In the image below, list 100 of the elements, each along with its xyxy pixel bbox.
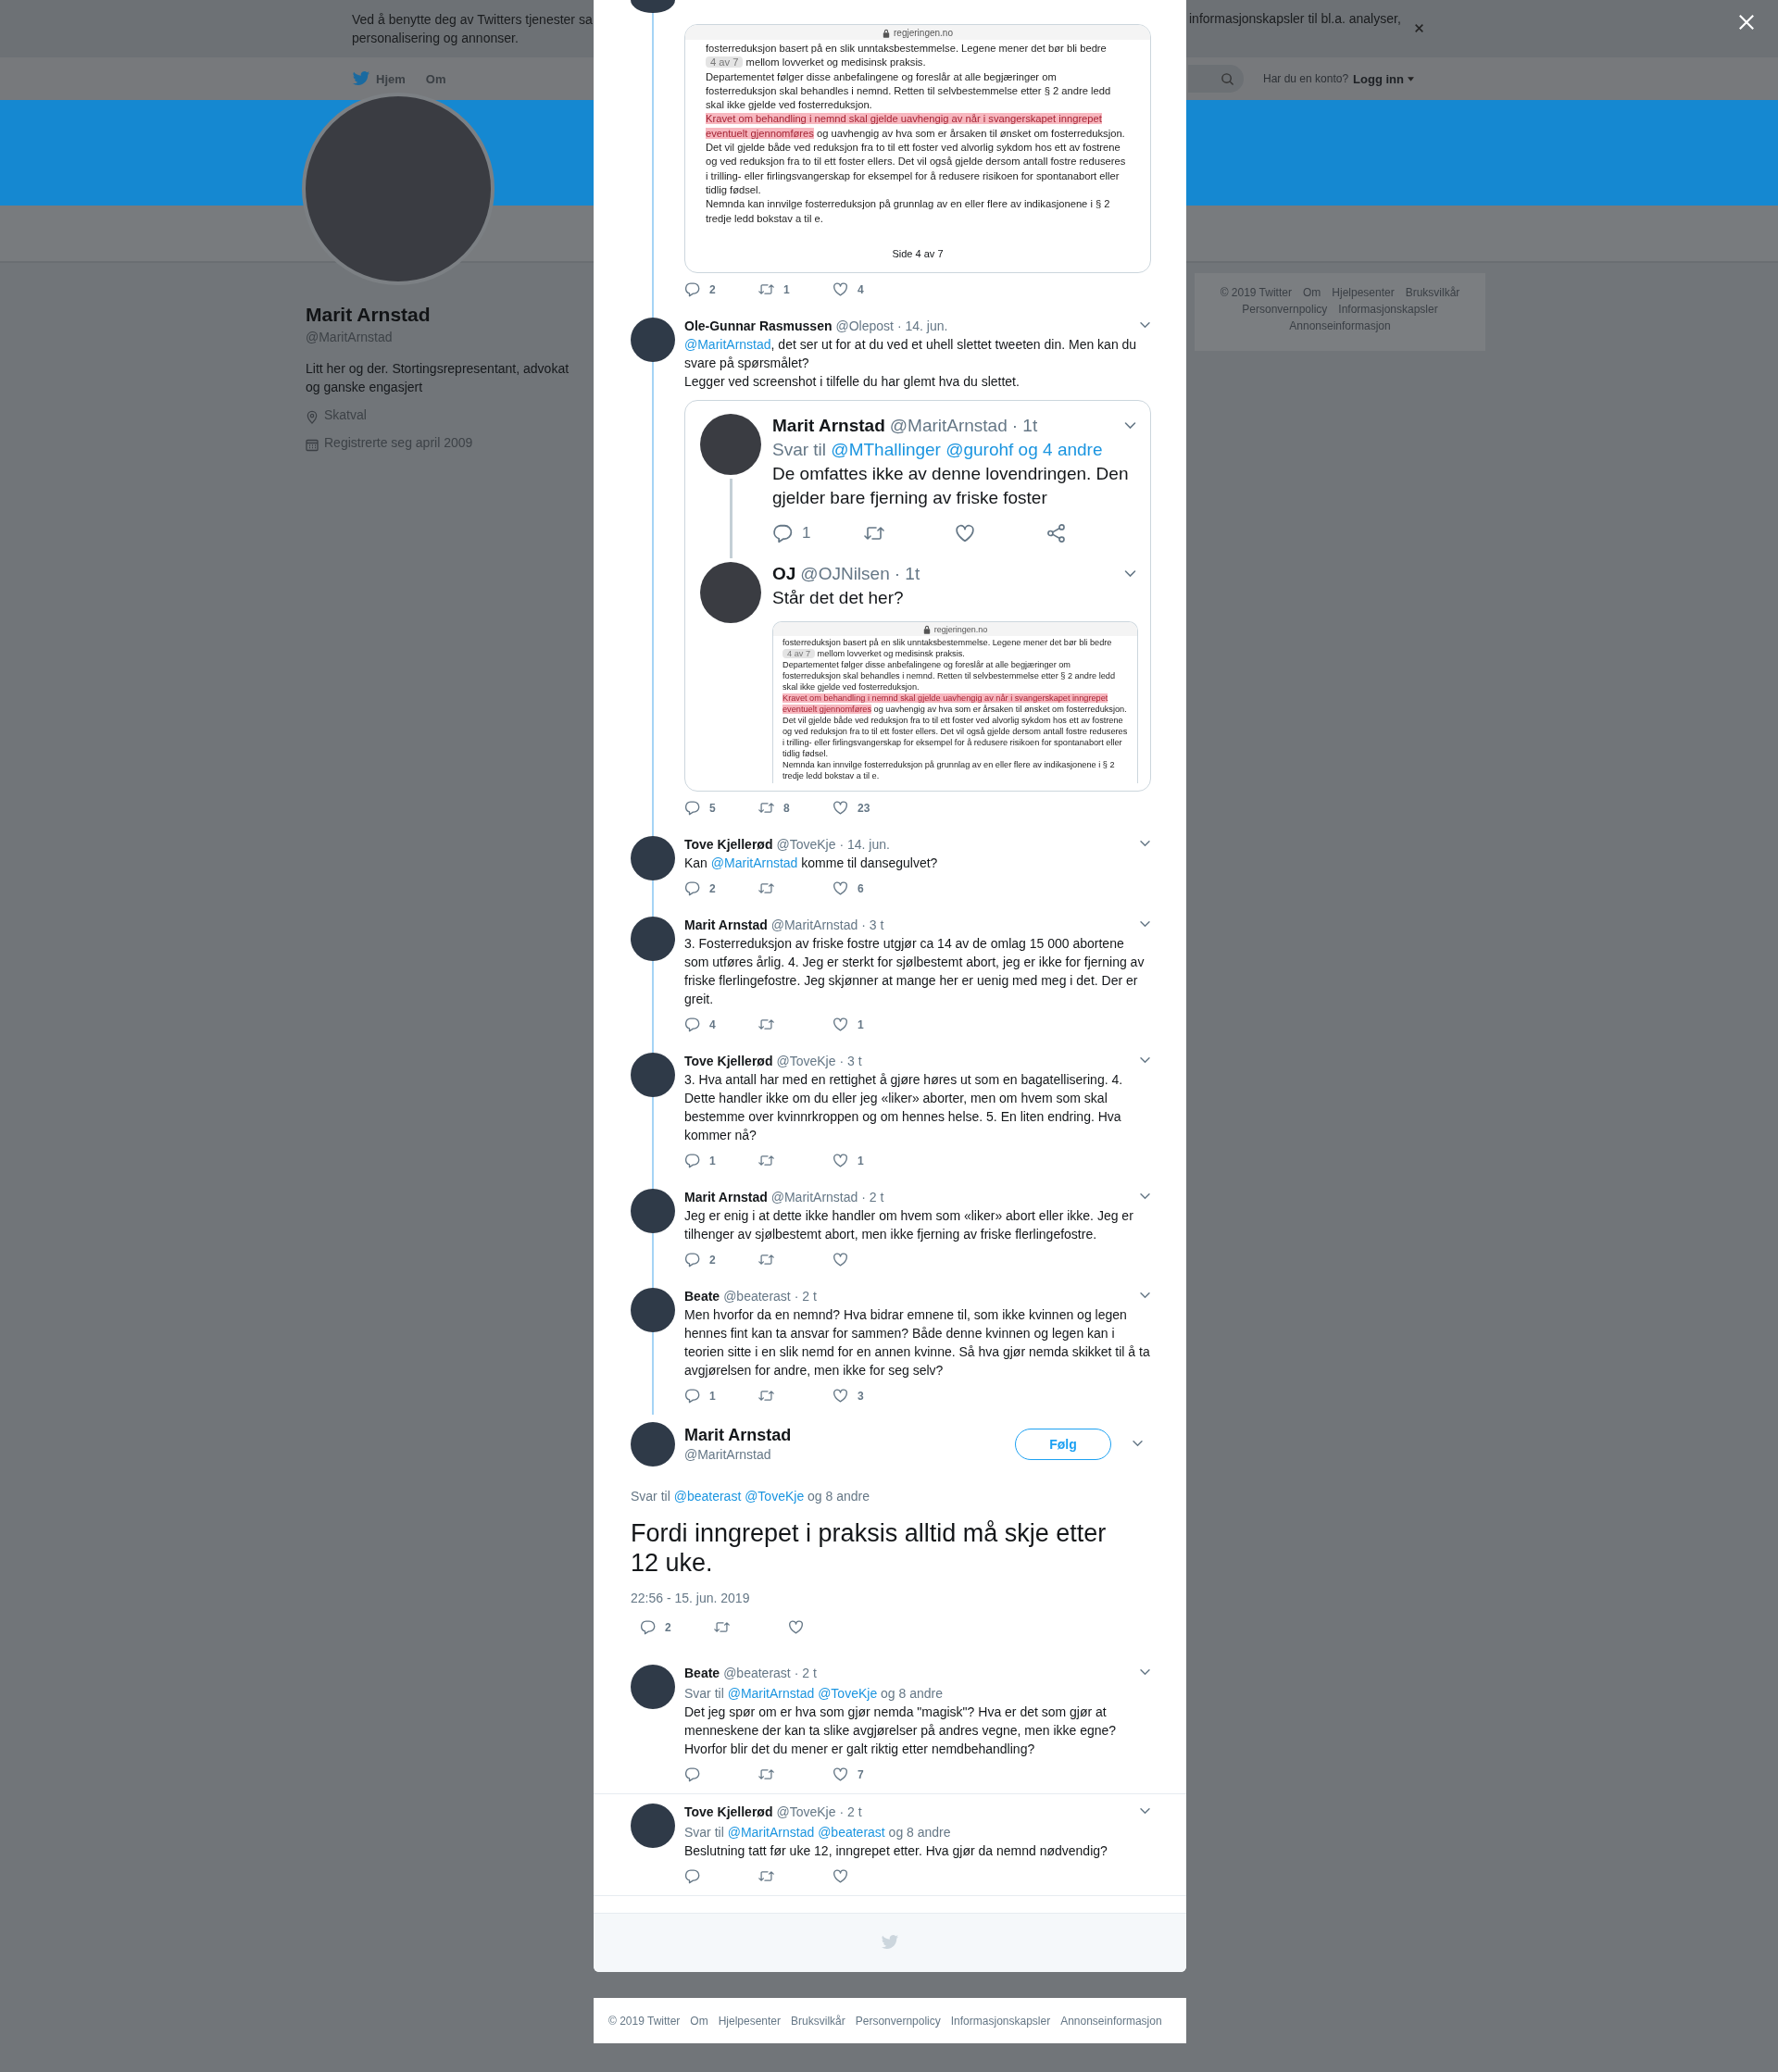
chevron-icon[interactable] xyxy=(1139,1192,1151,1202)
like-button[interactable]: 4 xyxy=(833,280,907,299)
tweet-time[interactable]: · 14. jun. xyxy=(839,834,890,854)
nav-link[interactable]: Om xyxy=(425,69,446,88)
reply-to-line: Svar til @MThallinger @gurohf og 4 andre xyxy=(772,438,1104,461)
heart-icon xyxy=(833,281,848,298)
like-button[interactable]: 3 xyxy=(833,1386,907,1405)
author-name[interactable]: Marit Arnstad xyxy=(684,1187,768,1206)
footer-link[interactable]: Bruksvilkår xyxy=(1405,285,1460,301)
chevron-icon[interactable] xyxy=(1139,321,1151,331)
chevron-icon[interactable] xyxy=(1139,1668,1151,1678)
heart-icon xyxy=(833,1388,848,1404)
mention-link[interactable]: @MaritArnstad @beaterast xyxy=(727,1824,885,1840)
footer-link[interactable]: Personvernpolicy xyxy=(855,2014,941,2028)
reply-to-line: Svar til @MaritArnstad @ToveKje og 8 andre xyxy=(684,1684,944,1703)
footer-link[interactable]: Bruksvilkår xyxy=(791,2014,845,2028)
like-button[interactable]: 7 xyxy=(833,1765,907,1784)
footer-link[interactable]: Hjelpesenter xyxy=(718,2014,782,2028)
retweet-button[interactable]: 8 xyxy=(758,798,833,818)
author-name[interactable]: Marit Arnstad xyxy=(684,1424,792,1445)
reply-button[interactable]: 2 xyxy=(684,879,758,898)
footer-link[interactable]: Informasjonskapsler xyxy=(950,2014,1051,2028)
chevron-icon[interactable] xyxy=(1139,1292,1151,1301)
avatar-photo xyxy=(631,916,675,961)
chevron-icon[interactable] xyxy=(1139,1807,1151,1816)
nav-link[interactable]: Hjem xyxy=(352,69,406,88)
reply-icon xyxy=(684,1868,700,1885)
tweet-time[interactable]: · 2 t xyxy=(861,1187,884,1206)
reply-button[interactable]: 1 xyxy=(684,1151,758,1170)
site-address: regjeringen.no xyxy=(894,28,953,38)
author-handle: @OJNilsen xyxy=(800,562,890,585)
author-name[interactable]: Beate xyxy=(684,1663,720,1682)
close-icon[interactable] xyxy=(1414,23,1424,33)
footer-link[interactable]: Informasjonskapsler xyxy=(1338,302,1438,318)
mention-link[interactable]: @MaritArnstad xyxy=(684,336,771,352)
author-handle: @MaritArnstad xyxy=(889,414,1008,437)
tweet-time[interactable]: · 14. jun. xyxy=(896,316,948,335)
author-handle: @Olepost xyxy=(835,317,894,335)
tweet-time[interactable]: · 3 t xyxy=(861,915,884,934)
chevron-icon[interactable] xyxy=(1139,1056,1151,1066)
chevron-icon[interactable] xyxy=(1139,840,1151,849)
tweet-text: 3. Fosterreduksjon av friske fostre utgjør ca 14 av de omlag 15 000 abortene som utføres årlig. 4. Jeg er sterkt for sjølbestemt abort, jeg er ikke for fjerning av friske flerlingefostre. Jeg skjønner at mange her er uenig med meg i det. Der er greit. xyxy=(684,934,1146,1008)
follow-button[interactable]: Følg xyxy=(1015,1428,1111,1460)
author-name[interactable]: Tove Kjellerød xyxy=(684,1802,773,1821)
footer-link[interactable]: © 2019 Twitter xyxy=(1220,285,1292,301)
reply-button[interactable]: 1 xyxy=(772,518,864,547)
footer-link[interactable]: Annonseinformasjon xyxy=(1289,318,1391,334)
chevron-icon[interactable] xyxy=(1132,1440,1144,1449)
caret-icon xyxy=(1407,76,1414,81)
mention-link[interactable]: @MThallinger @gurohf og 4 andre xyxy=(831,439,1103,459)
chevron-icon[interactable] xyxy=(1123,568,1137,579)
tweet-text: Kan @MaritArnstad komme til dansegulvet? xyxy=(684,854,939,872)
footer-link[interactable]: Hjelpesenter xyxy=(1332,285,1395,301)
mention-link[interactable]: @MaritArnstad xyxy=(710,855,798,870)
tweet-text: Jeg er enig i at dette ikke handler om hvem som «liker» abort eller ikke. Jeg er tilhenger av sjølbestemt abort, men ikke fjerning av friske flerlingefostre. xyxy=(684,1206,1134,1243)
author-name[interactable]: Beate xyxy=(684,1286,720,1305)
mention-link[interactable]: @MaritArnstad @ToveKje xyxy=(727,1685,878,1701)
reply-button[interactable]: 2 xyxy=(684,1250,758,1269)
like-button[interactable]: 23 xyxy=(833,798,907,818)
like-button[interactable]: 6 xyxy=(833,879,907,898)
profile-name: Marit Arnstad xyxy=(306,304,432,326)
author-name[interactable]: Tove Kjellerød xyxy=(684,1051,773,1070)
author-name[interactable]: Ole-Gunnar Rasmussen xyxy=(684,316,833,335)
chevron-icon[interactable] xyxy=(1139,920,1151,930)
reply-button[interactable]: 2 xyxy=(684,280,758,299)
author-name: OJ xyxy=(772,562,796,585)
page-badge: 4 av 7 xyxy=(706,56,744,69)
login-button[interactable]: Logg inn xyxy=(1348,71,1414,86)
reply-button[interactable]: 1 xyxy=(684,1386,758,1405)
document-paragraph: 4 av 7 mellom lovverket og medisinsk praksis. xyxy=(706,56,1130,70)
footer-link[interactable]: Personvernpolicy xyxy=(1242,302,1328,318)
mention-link[interactable]: @beaterast @ToveKje xyxy=(673,1488,805,1504)
avatar-photo xyxy=(631,1664,675,1709)
tweet-text: Beslutning tatt før uke 12, inngrepet etter. Hva gjør da nemnd nødvendig? xyxy=(684,1841,1108,1860)
reply-button[interactable]: 5 xyxy=(684,798,758,818)
search-field[interactable] xyxy=(1188,65,1244,93)
tweet-text: Men hvorfor da en nemnd? Hva bidrar emnene til, som ikke kvinnen og legen hennes fint kan ta ansvar for sammen? Både denne kvinnen og legen kan i teorien sitte i en slik nemd for en annen kvinne. Så hva gjør nemda skikket til å ta avgjørelsen for andre, men ikke for seg selv? xyxy=(684,1305,1151,1379)
retweet-button[interactable]: 1 xyxy=(758,280,833,299)
footer-link[interactable]: Om xyxy=(1302,285,1321,301)
author-handle: @ToveKje xyxy=(776,1052,836,1070)
tweet-text: 3. Hva antall har med en rettighet å gjøre høres ut som en bagatellisering. 4. Dette handler ikke om du eller jeg «liker» aborter, men om hvem som skal bestemme over kvinnrkroppen og om hennes helse. 5. En liten endring. Hva kommer nå? xyxy=(684,1070,1124,1144)
tweet-time[interactable]: · 2 t xyxy=(794,1286,817,1305)
tweet-time[interactable]: · 3 t xyxy=(839,1051,862,1070)
author-name[interactable]: Tove Kjellerød xyxy=(684,834,773,854)
footer-link[interactable]: Om xyxy=(690,2014,708,2028)
document-paragraph: Kravet om behandling i nemnd skal gjelde uavhengig av når i svangerskapet inngrepet eventuelt gjennomføres og uavhengig av hva som er årsaken til ønsket om fosterreduksjon. Det vil gjelde både ved reduksjon fra to til ett foster ved alvorlig sykdom hos ett av fostrene og ved reduksjon fra to til ett foster ellers. Det vil også gjelde dersom antall fostre reduseres i trilling- eller firlingsvangerskap for eksempel for å redusere risikoen for spontanabort eller tidlig fødsel. xyxy=(783,692,1128,759)
footer-link[interactable]: © 2019 Twitter xyxy=(608,2014,681,2028)
tweet-time[interactable]: · 2 t xyxy=(794,1663,817,1682)
footer-link[interactable]: Annonseinformasjon xyxy=(1060,2014,1162,2028)
reply-button[interactable]: 2 xyxy=(640,1617,714,1637)
author-name[interactable]: Marit Arnstad xyxy=(684,915,768,934)
heart-icon xyxy=(955,522,975,543)
like-button[interactable]: 1 xyxy=(833,1015,907,1034)
avatar-photo xyxy=(631,1052,675,1097)
like-button[interactable]: 1 xyxy=(833,1151,907,1170)
chevron-icon[interactable] xyxy=(1123,420,1137,431)
reply-button[interactable]: 4 xyxy=(684,1015,758,1034)
document-paragraph: Kravet om behandling i nemnd skal gjelde uavhengig av når i svangerskapet inngrepet eventuelt gjennomføres og uavhengig av hva som er årsaken til ønsket om fosterreduksjon. Det vil gjelde både ved reduksjon fra to til ett foster ved alvorlig sykdom hos ett av fostrene og ved reduksjon fra to til ett foster ellers. Det vil også gjelde dersom antall fostre reduseres i trilling- eller firlingsvangerskap for eksempel for å redusere risikoen for spontanabort eller tidlig fødsel. xyxy=(706,112,1127,197)
document-paragraph: Departementet følger disse anbefalingene og foreslår at alle begjæringer om fosterreduksjon skal behandles i nemnd. Retten til selvbestemmelse etter § 2 andre ledd skal ikke gjelde ved fosterreduksjon. xyxy=(783,658,1117,693)
tweet-time[interactable]: · 2 t xyxy=(839,1802,862,1821)
